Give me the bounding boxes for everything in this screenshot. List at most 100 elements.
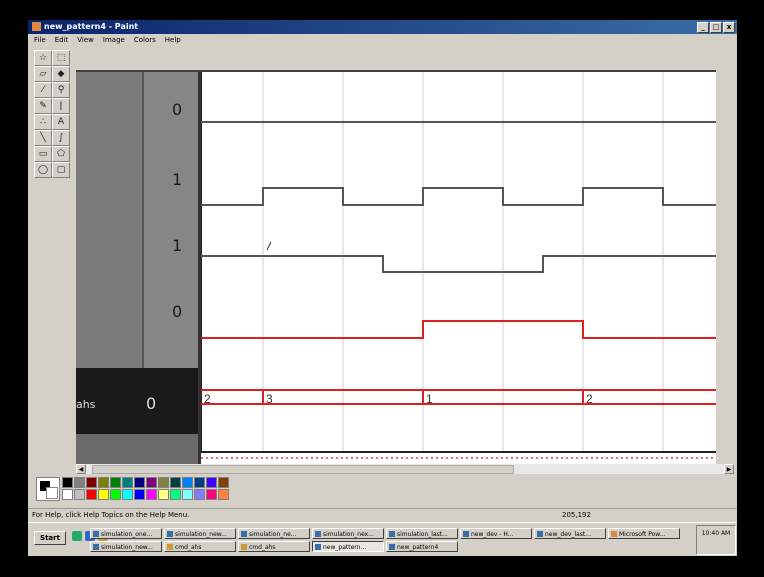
taskbar-button[interactable]: simulation_new...: [164, 528, 236, 539]
palette-swatch[interactable]: [74, 477, 85, 488]
menu-file[interactable]: File: [34, 34, 46, 46]
palette-swatch[interactable]: [134, 477, 145, 488]
taskbar-button[interactable]: simulation_nex...: [312, 528, 384, 539]
palette-swatch[interactable]: [98, 477, 109, 488]
rounded-rect-icon[interactable]: ▢: [52, 162, 70, 178]
taskbar-button[interactable]: new_dev_last...: [534, 528, 606, 539]
taskbar-button[interactable]: simulation_new...: [90, 541, 162, 552]
rectangle-icon[interactable]: ▭: [34, 146, 52, 162]
taskbar-button[interactable]: Microsoft Pow...: [608, 528, 680, 539]
palette-swatch[interactable]: [86, 477, 97, 488]
window-title: new_pattern4 - Paint: [44, 22, 139, 31]
task-label: simulation_nex...: [323, 531, 374, 538]
task-label: new_pattern...: [323, 544, 367, 551]
taskbar-button[interactable]: new_dev - H...: [460, 528, 532, 539]
horizontal-scrollbar[interactable]: ◀ ▶: [76, 464, 734, 474]
palette-swatch[interactable]: [122, 489, 133, 500]
background-color: [46, 487, 58, 499]
taskbar-button[interactable]: simulation_one...: [90, 528, 162, 539]
palette-swatch[interactable]: [86, 489, 97, 500]
scroll-thumb[interactable]: [92, 465, 514, 474]
minimize-button[interactable]: _: [697, 22, 709, 33]
palette-swatch[interactable]: [194, 477, 205, 488]
scroll-right-icon[interactable]: ▶: [724, 464, 734, 474]
rect-select-icon[interactable]: ⬚: [52, 50, 70, 66]
bus-segment-label: 3: [266, 392, 273, 406]
taskbar-button[interactable]: new_pattern4: [386, 541, 458, 552]
palette-swatch[interactable]: [170, 477, 181, 488]
start-button[interactable]: Start: [34, 531, 66, 545]
palette-swatch[interactable]: [122, 477, 133, 488]
current-colors[interactable]: [36, 477, 60, 501]
palette-swatch[interactable]: [206, 477, 217, 488]
menu-view[interactable]: View: [77, 34, 94, 46]
paint-canvas[interactable]: 0 1 1 0 ahs 0 2 3 1 2: [76, 70, 716, 464]
palette-swatch[interactable]: [146, 477, 157, 488]
curve-icon[interactable]: ∫: [52, 130, 70, 146]
palette-swatch[interactable]: [170, 489, 181, 500]
palette-swatch[interactable]: [74, 489, 85, 500]
task-label: simulation_one...: [101, 531, 153, 538]
taskbar-button[interactable]: simulation_ne...: [238, 528, 310, 539]
selected-signal-row[interactable]: ahs 0: [76, 368, 198, 434]
toolbox: ☆ ⬚ ▱ ◆ ⁄ ⚲ ✎ ǀ ∴ A ╲ ∫ ▭ ⬠ ◯ ▢: [34, 50, 74, 200]
screen: new_pattern4 - Paint _ □ x File Edit Vie…: [28, 20, 737, 556]
bus-segment-label: 1: [426, 392, 433, 406]
free-select-icon[interactable]: ☆: [34, 50, 52, 66]
task-label: simulation_new...: [175, 531, 227, 538]
palette-swatch[interactable]: [134, 489, 145, 500]
menu-edit[interactable]: Edit: [55, 34, 69, 46]
palette-swatch[interactable]: [218, 477, 229, 488]
task-app-icon: [389, 544, 395, 550]
magnifier-icon[interactable]: ⚲: [52, 82, 70, 98]
taskbar-button[interactable]: simulation_last...: [386, 528, 458, 539]
close-button[interactable]: x: [723, 22, 735, 33]
fill-icon[interactable]: ◆: [52, 66, 70, 82]
task-label: simulation_last...: [397, 531, 448, 538]
task-app-icon: [167, 531, 173, 537]
line-icon[interactable]: ╲: [34, 130, 52, 146]
task-label: cmd_ahs: [175, 544, 202, 551]
menu-help[interactable]: Help: [165, 34, 181, 46]
taskbar-button[interactable]: new_pattern...: [312, 541, 384, 552]
palette-swatch[interactable]: [158, 477, 169, 488]
palette-swatch[interactable]: [98, 489, 109, 500]
task-app-icon: [611, 531, 617, 537]
maximize-button[interactable]: □: [710, 22, 722, 33]
eraser-icon[interactable]: ▱: [34, 66, 52, 82]
taskbar: Start simulation_one... simulation_new...…: [28, 522, 737, 556]
scroll-left-icon[interactable]: ◀: [76, 464, 86, 474]
palette-swatch[interactable]: [206, 489, 217, 500]
desktop-icon[interactable]: [72, 531, 82, 541]
menu-colors[interactable]: Colors: [134, 34, 156, 46]
color-palette: [36, 475, 296, 505]
palette-swatch[interactable]: [218, 489, 229, 500]
menu-image[interactable]: Image: [103, 34, 125, 46]
brush-icon[interactable]: ǀ: [52, 98, 70, 114]
pencil-icon[interactable]: ✎: [34, 98, 52, 114]
pick-color-icon[interactable]: ⁄: [34, 82, 52, 98]
palette-swatch[interactable]: [158, 489, 169, 500]
bus-segment-label: 2: [586, 392, 593, 406]
text-icon[interactable]: A: [52, 114, 70, 130]
palette-swatch[interactable]: [182, 489, 193, 500]
ellipse-icon[interactable]: ◯: [34, 162, 52, 178]
taskbar-button[interactable]: cmd_ahs: [238, 541, 310, 552]
task-app-icon: [93, 531, 99, 537]
polygon-icon[interactable]: ⬠: [52, 146, 70, 162]
taskbar-button[interactable]: cmd_ahs: [164, 541, 236, 552]
palette-swatch[interactable]: [62, 489, 73, 500]
task-label: new_dev - H...: [471, 531, 514, 538]
system-tray: 10:40 AM: [696, 525, 736, 555]
clock: 10:40 AM: [701, 530, 731, 537]
waveform-signal-2: [201, 255, 716, 273]
palette-swatch[interactable]: [194, 489, 205, 500]
airbrush-icon[interactable]: ∴: [34, 114, 52, 130]
task-app-icon: [389, 531, 395, 537]
palette-swatch[interactable]: [146, 489, 157, 500]
palette-swatch[interactable]: [110, 477, 121, 488]
palette-swatch[interactable]: [182, 477, 193, 488]
palette-swatch[interactable]: [110, 489, 121, 500]
palette-swatch[interactable]: [62, 477, 73, 488]
paint-app-icon: [32, 22, 41, 31]
